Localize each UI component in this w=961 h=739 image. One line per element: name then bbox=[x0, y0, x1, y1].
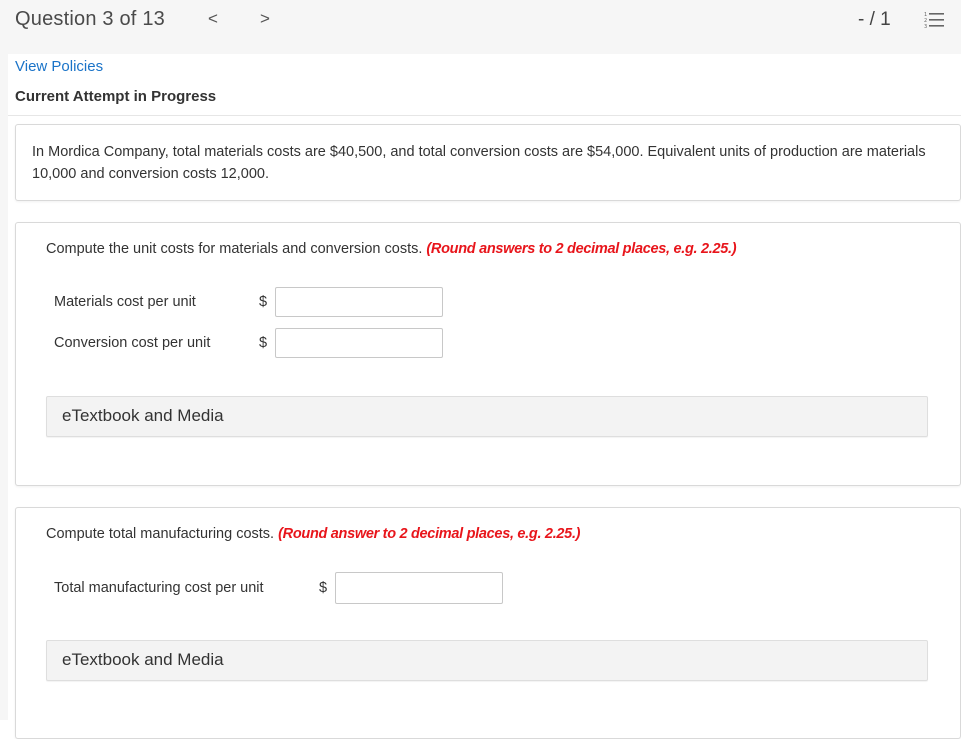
question-intro-text: In Mordica Company, total materials cost… bbox=[32, 144, 926, 182]
svg-text:3: 3 bbox=[924, 24, 927, 29]
question-intro-card: In Mordica Company, total materials cost… bbox=[15, 124, 961, 201]
part-a-card: Compute the unit costs for materials and… bbox=[15, 222, 961, 486]
part-a-prompt-text: Compute the unit costs for materials and… bbox=[46, 241, 423, 257]
divider bbox=[8, 115, 961, 116]
left-gutter bbox=[0, 54, 8, 720]
conversion-currency-symbol: $ bbox=[259, 335, 268, 351]
total-manufacturing-cost-input[interactable] bbox=[335, 572, 503, 604]
etextbook-media-label: eTextbook and Media bbox=[62, 650, 224, 669]
numbered-list-icon[interactable]: 1 2 3 bbox=[924, 11, 946, 29]
question-counter: Question 3 of 13 bbox=[15, 8, 165, 30]
chevron-right-icon[interactable]: > bbox=[257, 9, 273, 29]
attempt-status: Current Attempt in Progress bbox=[15, 88, 217, 105]
part-a-rounding-hint: (Round answers to 2 decimal places, e.g.… bbox=[426, 241, 737, 257]
etextbook-media-label: eTextbook and Media bbox=[62, 406, 224, 425]
total-manufacturing-cost-label: Total manufacturing cost per unit bbox=[54, 580, 264, 596]
total-currency-symbol: $ bbox=[319, 580, 328, 596]
chevron-left-icon[interactable]: < bbox=[205, 9, 221, 29]
etextbook-media-button[interactable]: eTextbook and Media bbox=[46, 396, 928, 437]
materials-cost-input[interactable] bbox=[275, 287, 443, 317]
score-display: - / 1 bbox=[858, 9, 891, 30]
conversion-cost-input[interactable] bbox=[275, 328, 443, 358]
materials-cost-label: Materials cost per unit bbox=[54, 294, 196, 310]
materials-currency-symbol: $ bbox=[259, 294, 268, 310]
conversion-cost-label: Conversion cost per unit bbox=[54, 335, 211, 351]
part-b-prompt-text: Compute total manufacturing costs. bbox=[46, 526, 275, 542]
part-b-card: Compute total manufacturing costs. (Roun… bbox=[15, 507, 961, 739]
question-header: Question 3 of 13 < > - / 1 1 2 3 bbox=[0, 0, 961, 54]
part-a-prompt: Compute the unit costs for materials and… bbox=[46, 241, 737, 257]
etextbook-media-button[interactable]: eTextbook and Media bbox=[46, 640, 928, 681]
part-b-rounding-hint: (Round answer to 2 decimal places, e.g. … bbox=[278, 526, 581, 542]
part-b-prompt: Compute total manufacturing costs. (Roun… bbox=[46, 526, 581, 542]
view-policies-link[interactable]: View Policies bbox=[15, 58, 103, 75]
